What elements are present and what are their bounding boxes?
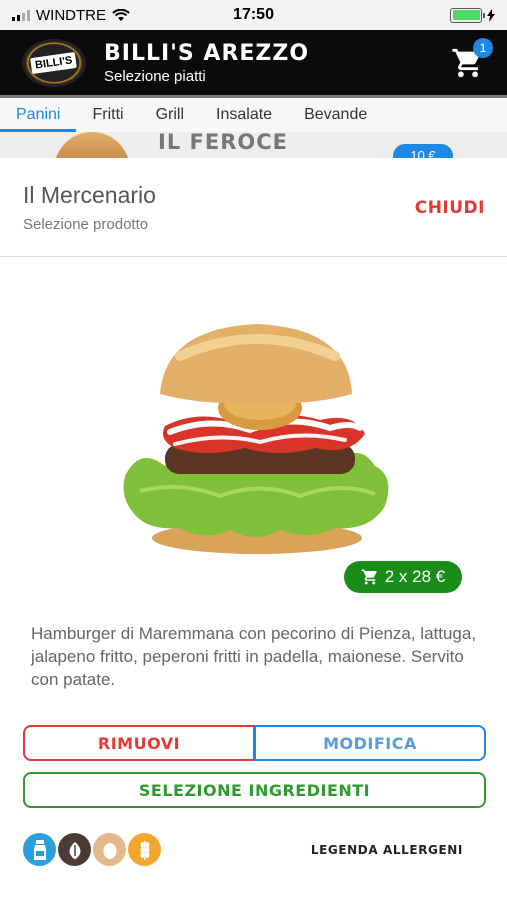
cart-icon — [361, 569, 377, 585]
status-bar: WINDTRE 17:50 — [0, 0, 507, 30]
price-label: 2 x 28 € — [384, 567, 446, 586]
tab-bevande[interactable]: Bevande — [288, 98, 383, 132]
cart-button[interactable]: 1 — [451, 38, 493, 80]
modal-title: Il Mercenario — [23, 182, 156, 208]
app-header: BILLI'S BILLI'S AREZZO Selezione piatti … — [0, 30, 507, 98]
tab-insalate[interactable]: Insalate — [200, 98, 288, 132]
divider — [0, 256, 507, 257]
allergen-legend-link[interactable]: LEGENDA ALLERGENI — [311, 843, 463, 857]
tab-panini[interactable]: Panini — [0, 98, 77, 132]
background-list-item: IL FEROCE 10 € — [0, 132, 507, 160]
product-image — [123, 324, 389, 554]
remove-button[interactable]: RIMUOVI — [23, 725, 255, 761]
product-title: IL FEROCE — [158, 132, 288, 154]
product-description: Hamburger di Maremmana con pecorino di P… — [31, 624, 477, 689]
brand-logo: BILLI'S — [22, 38, 86, 87]
price-cart-badge[interactable]: 2 x 28 € — [344, 561, 462, 593]
category-tabs: Panini Fritti Grill Insalate Bevande — [0, 98, 507, 132]
cart-count-badge: 1 — [473, 38, 493, 58]
modify-button[interactable]: MODIFICA — [254, 725, 486, 761]
modal-subtitle: Selezione prodotto — [23, 216, 149, 233]
close-button[interactable]: CHIUDI — [415, 198, 485, 218]
milk-icon — [23, 833, 56, 866]
product-modal: Il Mercenario Selezione prodotto CHIUDI … — [0, 158, 507, 900]
nuts-icon — [58, 833, 91, 866]
clock: 17:50 — [233, 6, 274, 23]
charging-icon — [487, 8, 495, 22]
tab-fritti[interactable]: Fritti — [76, 98, 139, 132]
wifi-icon — [112, 8, 130, 21]
carrier-name: WINDTRE — [36, 6, 106, 24]
battery-icon — [450, 7, 485, 23]
app-title: BILLI'S AREZZO — [104, 40, 310, 66]
allergen-icons — [23, 833, 161, 866]
signal-icon — [12, 9, 30, 21]
gluten-icon — [128, 833, 161, 866]
app-subtitle: Selezione piatti — [104, 67, 206, 85]
egg-icon — [93, 833, 126, 866]
select-ingredients-button[interactable]: SELEZIONE INGREDIENTI — [23, 772, 486, 808]
tab-grill[interactable]: Grill — [140, 98, 200, 132]
product-thumbnail — [54, 132, 130, 160]
